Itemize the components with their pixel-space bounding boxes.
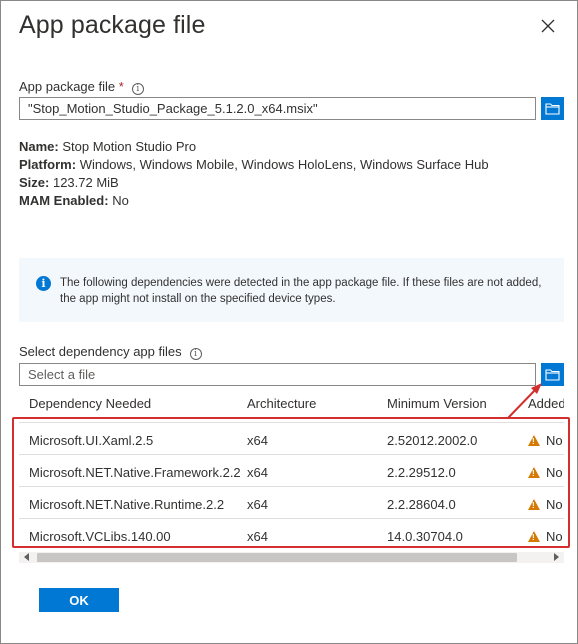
- table-row[interactable]: Microsoft.NET.Native.Runtime.2.2 x64 2.2…: [19, 486, 564, 518]
- info-icon[interactable]: i: [131, 83, 144, 95]
- dialog-title: App package file: [19, 11, 206, 39]
- scroll-left-icon[interactable]: [24, 553, 29, 561]
- close-button[interactable]: [536, 14, 560, 38]
- package-metadata: Name: Stop Motion Studio Pro Platform: W…: [19, 138, 489, 210]
- dependency-version: 2.52012.2002.0: [387, 433, 478, 448]
- warning-icon: [528, 531, 540, 542]
- info-circle-icon: i: [36, 276, 51, 291]
- warning-icon: [528, 499, 540, 510]
- column-header-dependency[interactable]: Dependency Needed: [29, 396, 151, 411]
- horizontal-scrollbar[interactable]: [19, 552, 564, 563]
- dependency-name: Microsoft.VCLibs.140.00: [29, 529, 171, 544]
- browse-package-button[interactable]: [541, 97, 564, 120]
- dependency-name: Microsoft.UI.Xaml.2.5: [29, 433, 154, 448]
- table-row[interactable]: Microsoft.NET.Native.Framework.2.2 x64 2…: [19, 454, 564, 486]
- package-file-input[interactable]: [19, 97, 536, 120]
- dependency-added: No: [528, 433, 563, 448]
- folder-icon: [545, 369, 560, 381]
- dependency-arch: x64: [247, 465, 268, 480]
- dependency-name: Microsoft.NET.Native.Runtime.2.2: [29, 497, 225, 512]
- dependency-name: Microsoft.NET.Native.Framework.2.2: [29, 465, 241, 480]
- dependency-arch: x64: [247, 497, 268, 512]
- required-marker: *: [118, 79, 124, 94]
- dependency-notice: i The following dependencies were detect…: [19, 258, 564, 322]
- ok-button[interactable]: OK: [39, 588, 119, 612]
- meta-mam-row: MAM Enabled: No: [19, 193, 129, 208]
- dependency-added: No: [528, 529, 563, 544]
- table-row[interactable]: Microsoft.VCLibs.140.00 x64 14.0.30704.0…: [19, 518, 564, 550]
- notice-text: The following dependencies were detected…: [60, 277, 542, 305]
- scroll-right-icon[interactable]: [554, 553, 559, 561]
- package-field-label: App package file * i: [19, 79, 144, 95]
- dependency-added: No: [528, 465, 563, 480]
- dependency-version: 14.0.30704.0: [387, 529, 463, 544]
- warning-icon: [528, 435, 540, 446]
- dependency-arch: x64: [247, 433, 268, 448]
- column-header-added[interactable]: Added: [528, 396, 564, 411]
- table-row[interactable]: Microsoft.UI.Xaml.2.5 x64 2.52012.2002.0…: [19, 422, 564, 454]
- dependency-version: 2.2.28604.0: [387, 497, 456, 512]
- folder-icon: [545, 103, 560, 115]
- dependency-table: Dependency Needed Architecture Minimum V…: [19, 390, 564, 550]
- meta-name-row: Name: Stop Motion Studio Pro: [19, 139, 197, 154]
- dependency-added: No: [528, 497, 563, 512]
- meta-size-row: Size: 123.72 MiB: [19, 175, 119, 190]
- close-icon: [541, 19, 555, 33]
- dependency-version: 2.2.29512.0: [387, 465, 456, 480]
- column-header-min-version[interactable]: Minimum Version: [387, 396, 487, 411]
- meta-platform-row: Platform: Windows, Windows Mobile, Windo…: [19, 157, 489, 172]
- dependency-arch: x64: [247, 529, 268, 544]
- browse-dependency-button[interactable]: [541, 363, 564, 386]
- dependency-field-label: Select dependency app files i: [19, 344, 202, 360]
- dependency-file-input[interactable]: [19, 363, 536, 386]
- warning-icon: [528, 467, 540, 478]
- column-header-architecture[interactable]: Architecture: [247, 396, 316, 411]
- scroll-thumb[interactable]: [37, 553, 517, 562]
- info-icon[interactable]: i: [189, 348, 202, 360]
